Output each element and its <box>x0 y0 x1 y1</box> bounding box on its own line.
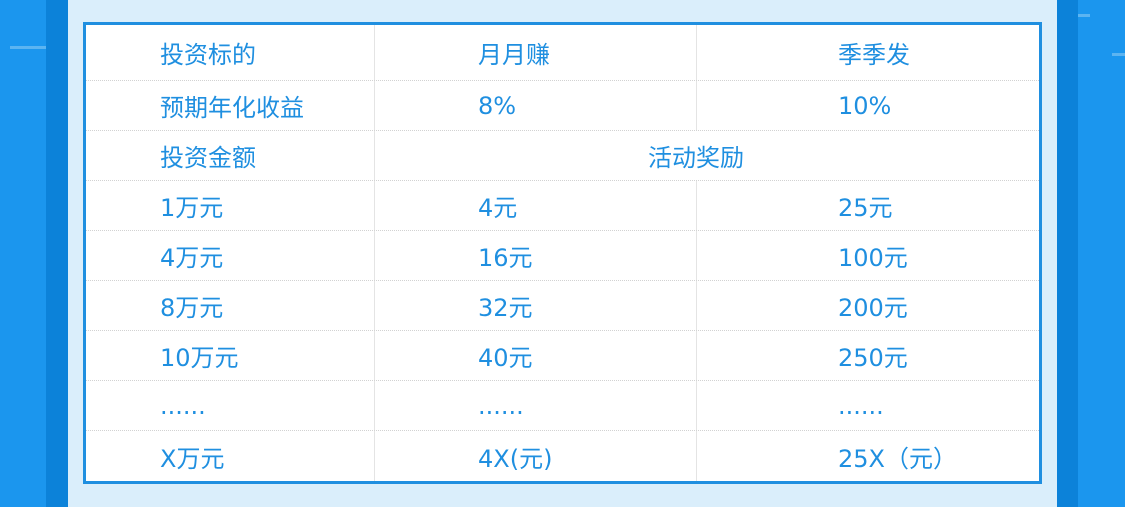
reward-row: X万元 4X(元) 25X（元） <box>86 431 1039 481</box>
yield-value-cell: 10% <box>838 91 892 120</box>
quarterly-reward-cell: 250元 <box>838 344 908 372</box>
quarterly-reward-cell: 200元 <box>838 294 908 322</box>
table-header-row: 投资标的 月月赚 季季发 <box>86 25 1039 81</box>
monthly-reward-cell: 16元 <box>375 231 697 280</box>
left-edge-strip <box>46 0 68 507</box>
reward-rate-table: 投资标的 月月赚 季季发 预期年化收益 8% 10% 投资金额 活动奖励 1万元… <box>83 22 1042 484</box>
reward-row: ...... ...... ...... <box>86 381 1039 431</box>
reward-row: 10万元 40元 250元 <box>86 331 1039 381</box>
quarterly-reward-cell: 25X（元） <box>838 444 957 473</box>
amount-cell: 1万元 <box>86 181 375 230</box>
monthly-reward-cell: 4元 <box>375 181 697 230</box>
yield-label-cell: 预期年化收益 <box>86 81 375 130</box>
reward-header-row: 投资金额 活动奖励 <box>86 131 1039 181</box>
reward-row: 8万元 32元 200元 <box>86 281 1039 331</box>
product-name-cell: 月月赚 <box>375 25 697 80</box>
amount-label-cell: 投资金额 <box>86 131 375 180</box>
monthly-reward-cell: 4X(元) <box>375 431 697 481</box>
decor-dash <box>1078 14 1090 17</box>
monthly-reward-cell: 40元 <box>375 331 697 380</box>
monthly-reward-cell: 32元 <box>375 281 697 330</box>
decor-dash <box>10 46 46 49</box>
amount-cell: 10万元 <box>86 331 375 380</box>
quarterly-reward-cell: 25元 <box>838 194 893 222</box>
decor-dash <box>1112 53 1125 56</box>
monthly-reward-cell: ...... <box>375 381 697 430</box>
amount-cell: ...... <box>86 381 375 430</box>
amount-cell: 4万元 <box>86 231 375 280</box>
quarterly-reward-cell: ...... <box>838 391 884 420</box>
amount-cell: X万元 <box>86 431 375 481</box>
yield-value-cell: 8% <box>375 81 697 130</box>
reward-row: 1万元 4元 25元 <box>86 181 1039 231</box>
reward-title-cell: 活动奖励 <box>648 144 744 172</box>
quarterly-reward-cell: 100元 <box>838 244 908 272</box>
yield-row: 预期年化收益 8% 10% <box>86 81 1039 131</box>
product-name-cell: 季季发 <box>838 41 910 69</box>
amount-cell: 8万元 <box>86 281 375 330</box>
reward-row: 4万元 16元 100元 <box>86 231 1039 281</box>
right-edge-strip <box>1057 0 1078 507</box>
header-label-cell: 投资标的 <box>86 25 375 80</box>
